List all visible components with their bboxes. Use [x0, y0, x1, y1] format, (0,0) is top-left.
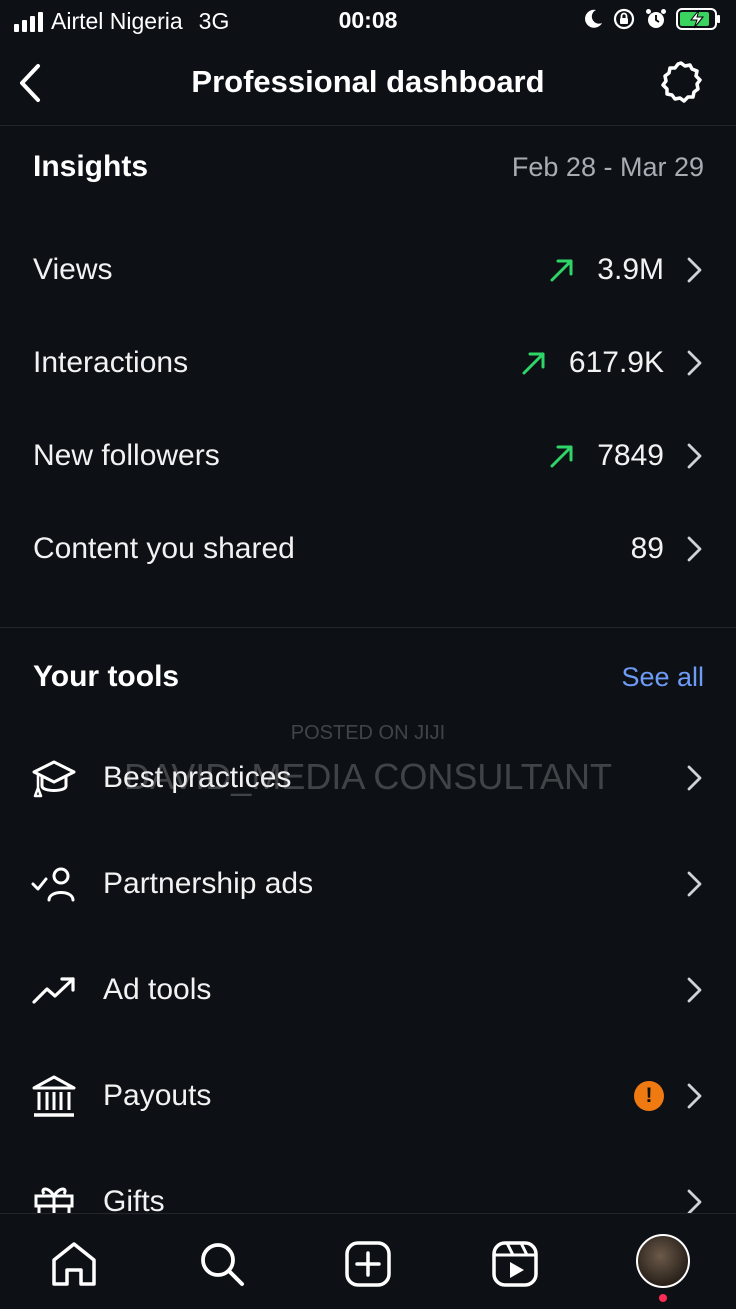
alert-badge: ! [634, 1081, 664, 1111]
insight-row-new-followers[interactable]: New followers 7849 [33, 426, 704, 486]
metric-label: Views [33, 253, 113, 286]
moon-icon [585, 9, 602, 28]
insight-row-content-shared[interactable]: Content you shared 89 [33, 519, 704, 579]
insight-row-interactions[interactable]: Interactions 617.9K [33, 333, 704, 393]
tool-label: Ad tools [103, 973, 212, 1006]
reels-icon[interactable] [489, 1238, 541, 1290]
profile-avatar[interactable] [636, 1234, 690, 1288]
insight-row-views[interactable]: Views 3.9M [33, 240, 704, 300]
metric-value: 7849 [597, 439, 664, 472]
trend-up-icon [522, 352, 545, 375]
bottom-tab-bar [0, 1213, 736, 1309]
see-all-link[interactable]: See all [621, 662, 704, 693]
tools-title: Your tools [33, 660, 180, 693]
tool-label: Best practices [103, 761, 292, 794]
bank-icon [32, 1075, 76, 1117]
tool-payouts[interactable]: Payouts ! [30, 1061, 704, 1131]
tool-label: Partnership ads [103, 867, 314, 900]
insights-header: Insights Feb 28 - Mar 29 [33, 150, 704, 184]
trending-up-icon [32, 977, 75, 1004]
gear-icon [661, 61, 702, 103]
chevron-right-icon [687, 1083, 702, 1109]
orientation-lock-icon [613, 8, 635, 30]
settings-button[interactable] [658, 59, 704, 105]
battery-icon [676, 8, 720, 30]
chevron-right-icon [687, 977, 702, 1003]
partnership-icon [31, 867, 75, 902]
notification-dot [659, 1294, 667, 1302]
metric-label: New followers [33, 439, 220, 472]
search-icon[interactable] [196, 1238, 248, 1290]
tool-best-practices[interactable]: Best practices [30, 743, 704, 813]
create-icon[interactable] [342, 1238, 394, 1290]
chevron-right-icon [687, 871, 702, 897]
status-right [582, 7, 722, 31]
graduation-cap-icon [32, 760, 76, 798]
page-title: Professional dashboard [191, 64, 545, 99]
chevron-right-icon [687, 536, 702, 562]
date-range[interactable]: Feb 28 - Mar 29 [512, 152, 704, 183]
chevron-right-icon [687, 765, 702, 791]
chevron-right-icon [687, 350, 702, 376]
home-icon[interactable] [48, 1238, 100, 1290]
chevron-right-icon [687, 1189, 702, 1215]
metric-label: Interactions [33, 346, 189, 379]
trend-up-icon [550, 445, 573, 468]
tool-partnership-ads[interactable]: Partnership ads [30, 849, 704, 919]
tools-header: Your tools See all [33, 660, 704, 694]
chevron-right-icon [687, 257, 702, 283]
tool-ad-tools[interactable]: Ad tools [30, 955, 704, 1025]
chevron-right-icon [687, 443, 702, 469]
header: Professional dashboard [0, 42, 736, 126]
tool-label: Payouts [103, 1079, 212, 1112]
section-divider [0, 627, 736, 628]
watermark-line: POSTED ON JIJI [290, 722, 446, 744]
metric-value: 617.9K [568, 346, 664, 379]
status-bar: Airtel Nigeria 3G 00:08 [0, 0, 736, 42]
insights-title: Insights [33, 150, 149, 183]
metric-value: 3.9M [597, 253, 664, 286]
alarm-icon [646, 9, 666, 28]
metric-label: Content you shared [33, 532, 295, 565]
metric-value: 89 [630, 532, 664, 565]
trend-up-icon [550, 259, 573, 282]
